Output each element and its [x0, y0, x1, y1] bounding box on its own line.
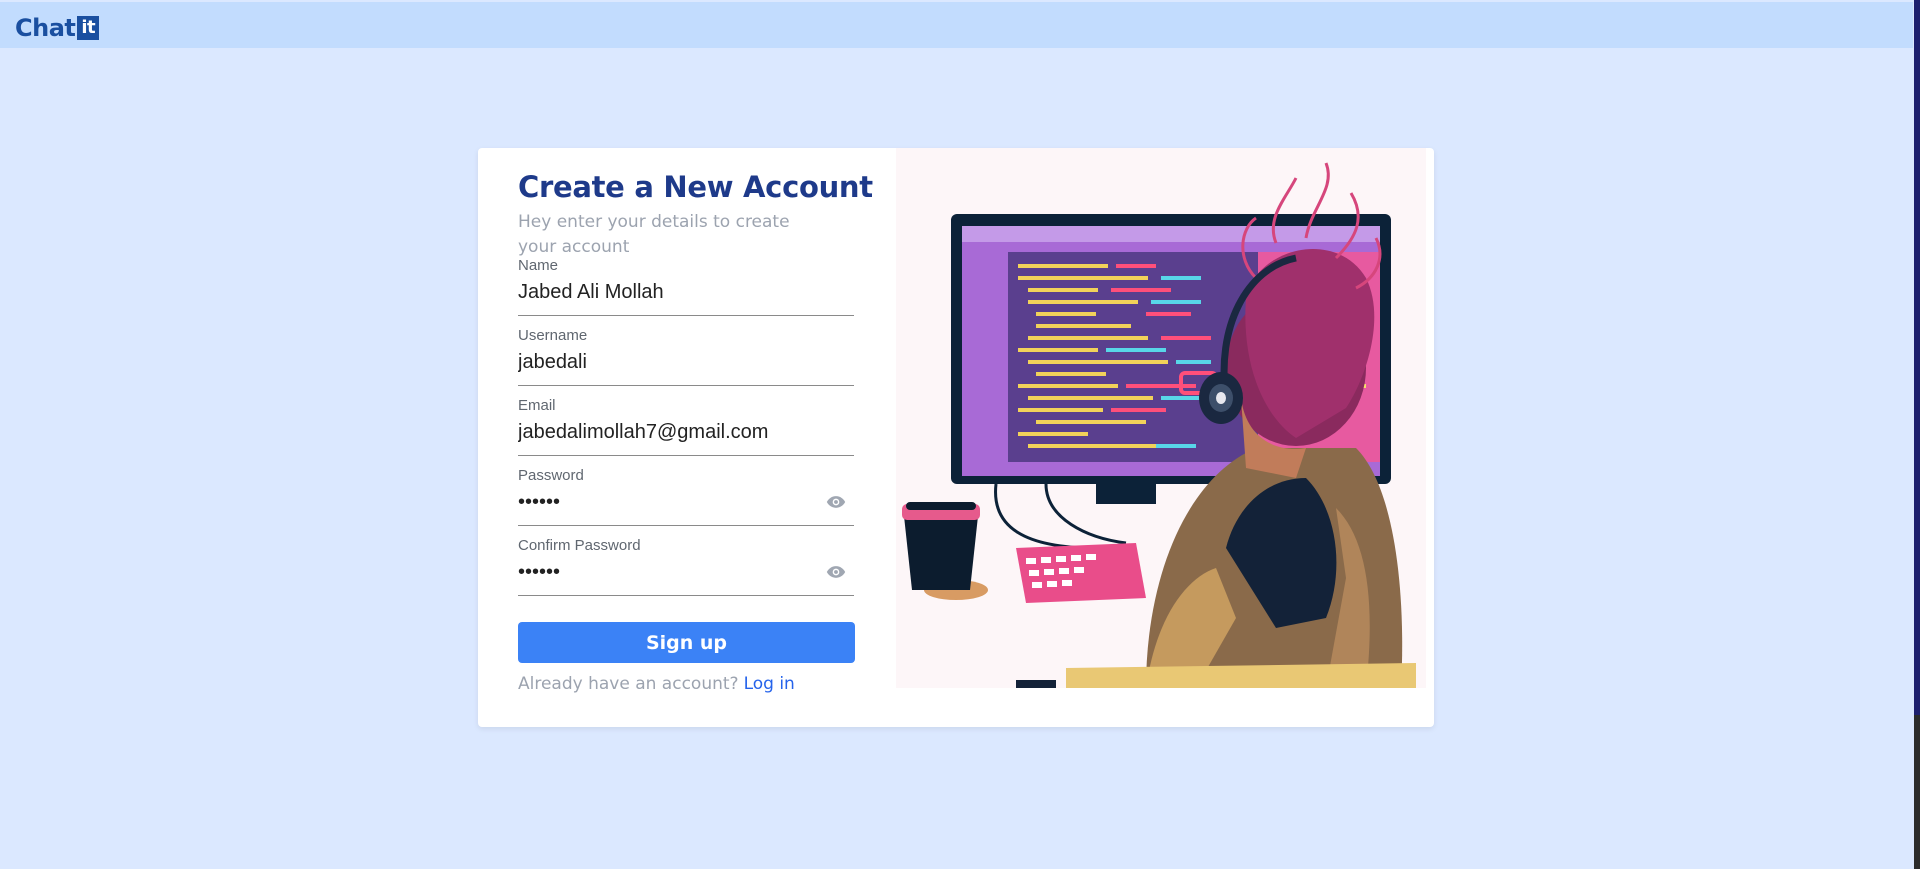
login-prompt: Already have an account? Log in	[518, 674, 795, 694]
confirm-password-field: Confirm Password	[518, 537, 854, 596]
password-label: Password	[518, 467, 584, 484]
login-prompt-text: Already have an account?	[518, 674, 739, 694]
login-link[interactable]: Log in	[744, 674, 795, 694]
email-input[interactable]	[518, 419, 818, 445]
username-label: Username	[518, 327, 588, 344]
top-bar: Chat it	[0, 2, 1913, 48]
name-input[interactable]	[518, 279, 818, 305]
signup-button[interactable]: Sign up	[518, 622, 855, 663]
email-label: Email	[518, 397, 556, 414]
username-input[interactable]	[518, 349, 818, 375]
developer-illustration	[896, 148, 1426, 688]
eye-icon[interactable]	[826, 495, 846, 509]
eye-icon[interactable]	[826, 565, 846, 579]
confirm-password-label: Confirm Password	[518, 537, 641, 554]
username-field: Username	[518, 327, 854, 386]
email-field: Email	[518, 397, 854, 456]
window-edge-lower	[1914, 715, 1920, 871]
chatit-logo[interactable]: Chat it	[15, 14, 100, 42]
password-input[interactable]	[518, 489, 818, 515]
signup-card: Create a New Account Hey enter your deta…	[478, 148, 1434, 727]
logo-badge: it	[77, 16, 100, 40]
logo-text: Chat	[15, 14, 76, 42]
password-field: Password	[518, 467, 854, 526]
name-label: Name	[518, 257, 559, 274]
name-field: Name	[518, 257, 854, 316]
page-title: Create a New Account	[518, 170, 873, 204]
page-subtitle: Hey enter your details to create your ac…	[518, 212, 790, 257]
confirm-password-input[interactable]	[518, 559, 818, 585]
